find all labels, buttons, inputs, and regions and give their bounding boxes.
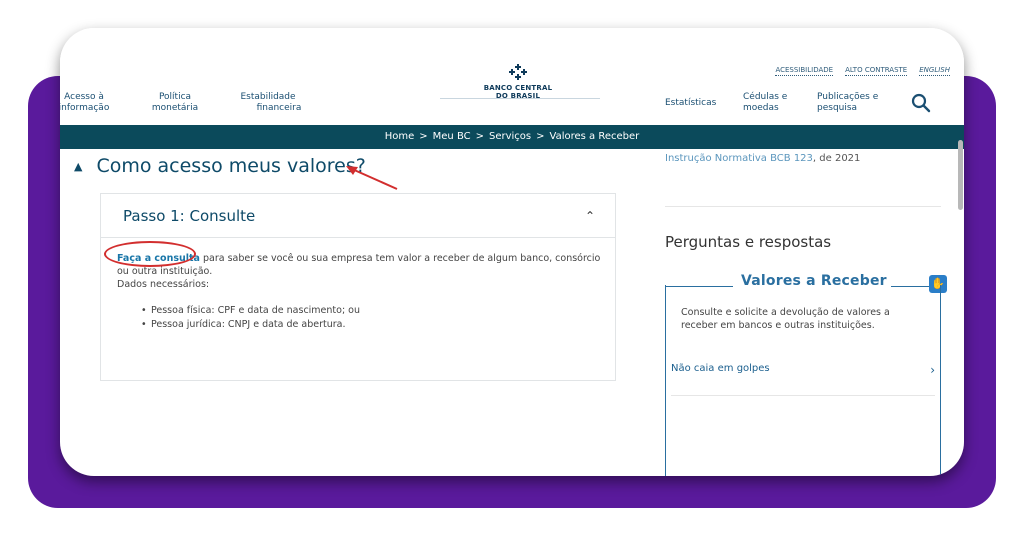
normative-note-rest: , de 2021	[812, 153, 861, 164]
requirements-list: Pessoa física: CPF e data de nascimento;…	[117, 304, 615, 331]
list-item: Pessoa jurídica: CNPJ e data de abertura…	[141, 318, 615, 331]
section-title: Como acesso meus valores?	[96, 155, 366, 177]
main-nav-right: Estatísticas Cédulas e moedas Publicaçõe…	[665, 92, 907, 114]
nav-label-line2: monetária	[151, 103, 199, 113]
red-annotation-arrow-icon	[346, 166, 398, 190]
nav-label-line2: informação	[60, 103, 110, 113]
sidebar-divider	[665, 206, 941, 207]
faq-heading: Perguntas e respostas	[665, 233, 832, 251]
vr-description: Consulte e solicite a devolução de valor…	[681, 307, 890, 331]
normative-link[interactable]: Instrução Normativa BCB 123	[665, 153, 813, 164]
chevron-right-icon: ›	[930, 363, 935, 377]
nav-publicacoes-pesquisa[interactable]: Publicações e pesquisa	[817, 92, 907, 114]
breadcrumb-valores-receber[interactable]: Valores a Receber	[550, 131, 640, 142]
nav-label-line2: pesquisa	[817, 103, 858, 113]
top-utility-bar: ACESSIBILIDADE ALTO CONTRASTE ENGLISH	[775, 66, 950, 76]
breadcrumb-separator: >	[536, 131, 545, 142]
breadcrumb-separator: >	[419, 131, 428, 142]
logo-text-line1: BANCO CENTRAL	[483, 84, 553, 92]
chevron-up-icon[interactable]: ⌃	[585, 209, 595, 223]
site-header: ACESSIBILIDADE ALTO CONTRASTE ENGLISH Ac…	[60, 28, 964, 124]
golpes-link-label: Não caia em golpes	[671, 363, 770, 374]
normative-note: Instrução Normativa BCB 123, de 2021	[665, 153, 860, 164]
nav-label-line1: Acesso à	[64, 92, 104, 102]
bcb-logo[interactable]: BANCO CENTRAL DO BRASIL	[468, 64, 568, 100]
list-item: Pessoa física: CPF e data de nascimento;…	[141, 304, 615, 317]
collapse-triangle-icon: ▲	[74, 159, 83, 173]
nav-acesso-informacao[interactable]: Acesso à informação	[60, 92, 112, 114]
nav-label-line1: Publicações e	[817, 92, 879, 102]
required-data-label: Dados necessários:	[117, 279, 210, 290]
nav-label-line1: Política	[158, 92, 192, 102]
breadcrumb-servicos[interactable]: Serviços	[489, 131, 531, 142]
accordion-section-header[interactable]: ▲ Como acesso meus valores?	[74, 155, 366, 177]
main-nav-left: Acesso à informação Política monetária E…	[60, 92, 318, 114]
nav-label-line2: financeira	[256, 103, 302, 113]
nav-cedulas-moedas[interactable]: Cédulas e moedas	[743, 92, 813, 114]
breadcrumb-separator: >	[475, 131, 484, 142]
golpes-link[interactable]: Não caia em golpes ›	[671, 363, 935, 377]
nav-estatisticas[interactable]: Estatísticas	[665, 92, 735, 109]
nav-politica-monetaria[interactable]: Política monetária	[130, 92, 220, 114]
nav-label-line1: Cédulas e	[743, 92, 788, 102]
breadcrumb-meu-bc[interactable]: Meu BC	[433, 131, 471, 142]
nav-estabilidade-financeira[interactable]: Estabilidade financeira	[218, 92, 318, 114]
browser-screenshot-frame: ACESSIBILIDADE ALTO CONTRASTE ENGLISH Ac…	[60, 28, 964, 476]
step-card: Passo 1: Consulte ⌃ Faça a consulta para…	[100, 193, 616, 381]
step-title: Passo 1: Consulte	[123, 206, 256, 225]
nav-label-line2: moedas	[743, 103, 779, 113]
red-annotation-circle	[104, 241, 196, 267]
bcb-emblem-icon	[509, 64, 527, 80]
main-content: ▲ Como acesso meus valores? Passo 1: Con…	[60, 149, 964, 476]
nav-label-line1: Estatísticas	[665, 98, 717, 108]
breadcrumb-home[interactable]: Home	[385, 131, 415, 142]
accessibility-link[interactable]: ACESSIBILIDADE	[775, 66, 834, 76]
breadcrumb: Home > Meu BC > Serviços > Valores a Receber	[60, 125, 964, 149]
logo-text-line2: DO BRASIL	[495, 92, 541, 100]
high-contrast-link[interactable]: ALTO CONTRASTE	[845, 66, 908, 76]
vr-divider	[671, 395, 935, 396]
search-icon[interactable]	[910, 92, 932, 114]
english-link[interactable]: ENGLISH	[919, 66, 950, 76]
step-header[interactable]: Passo 1: Consulte ⌃	[101, 194, 615, 238]
nav-label-line1: Estabilidade	[240, 92, 296, 102]
